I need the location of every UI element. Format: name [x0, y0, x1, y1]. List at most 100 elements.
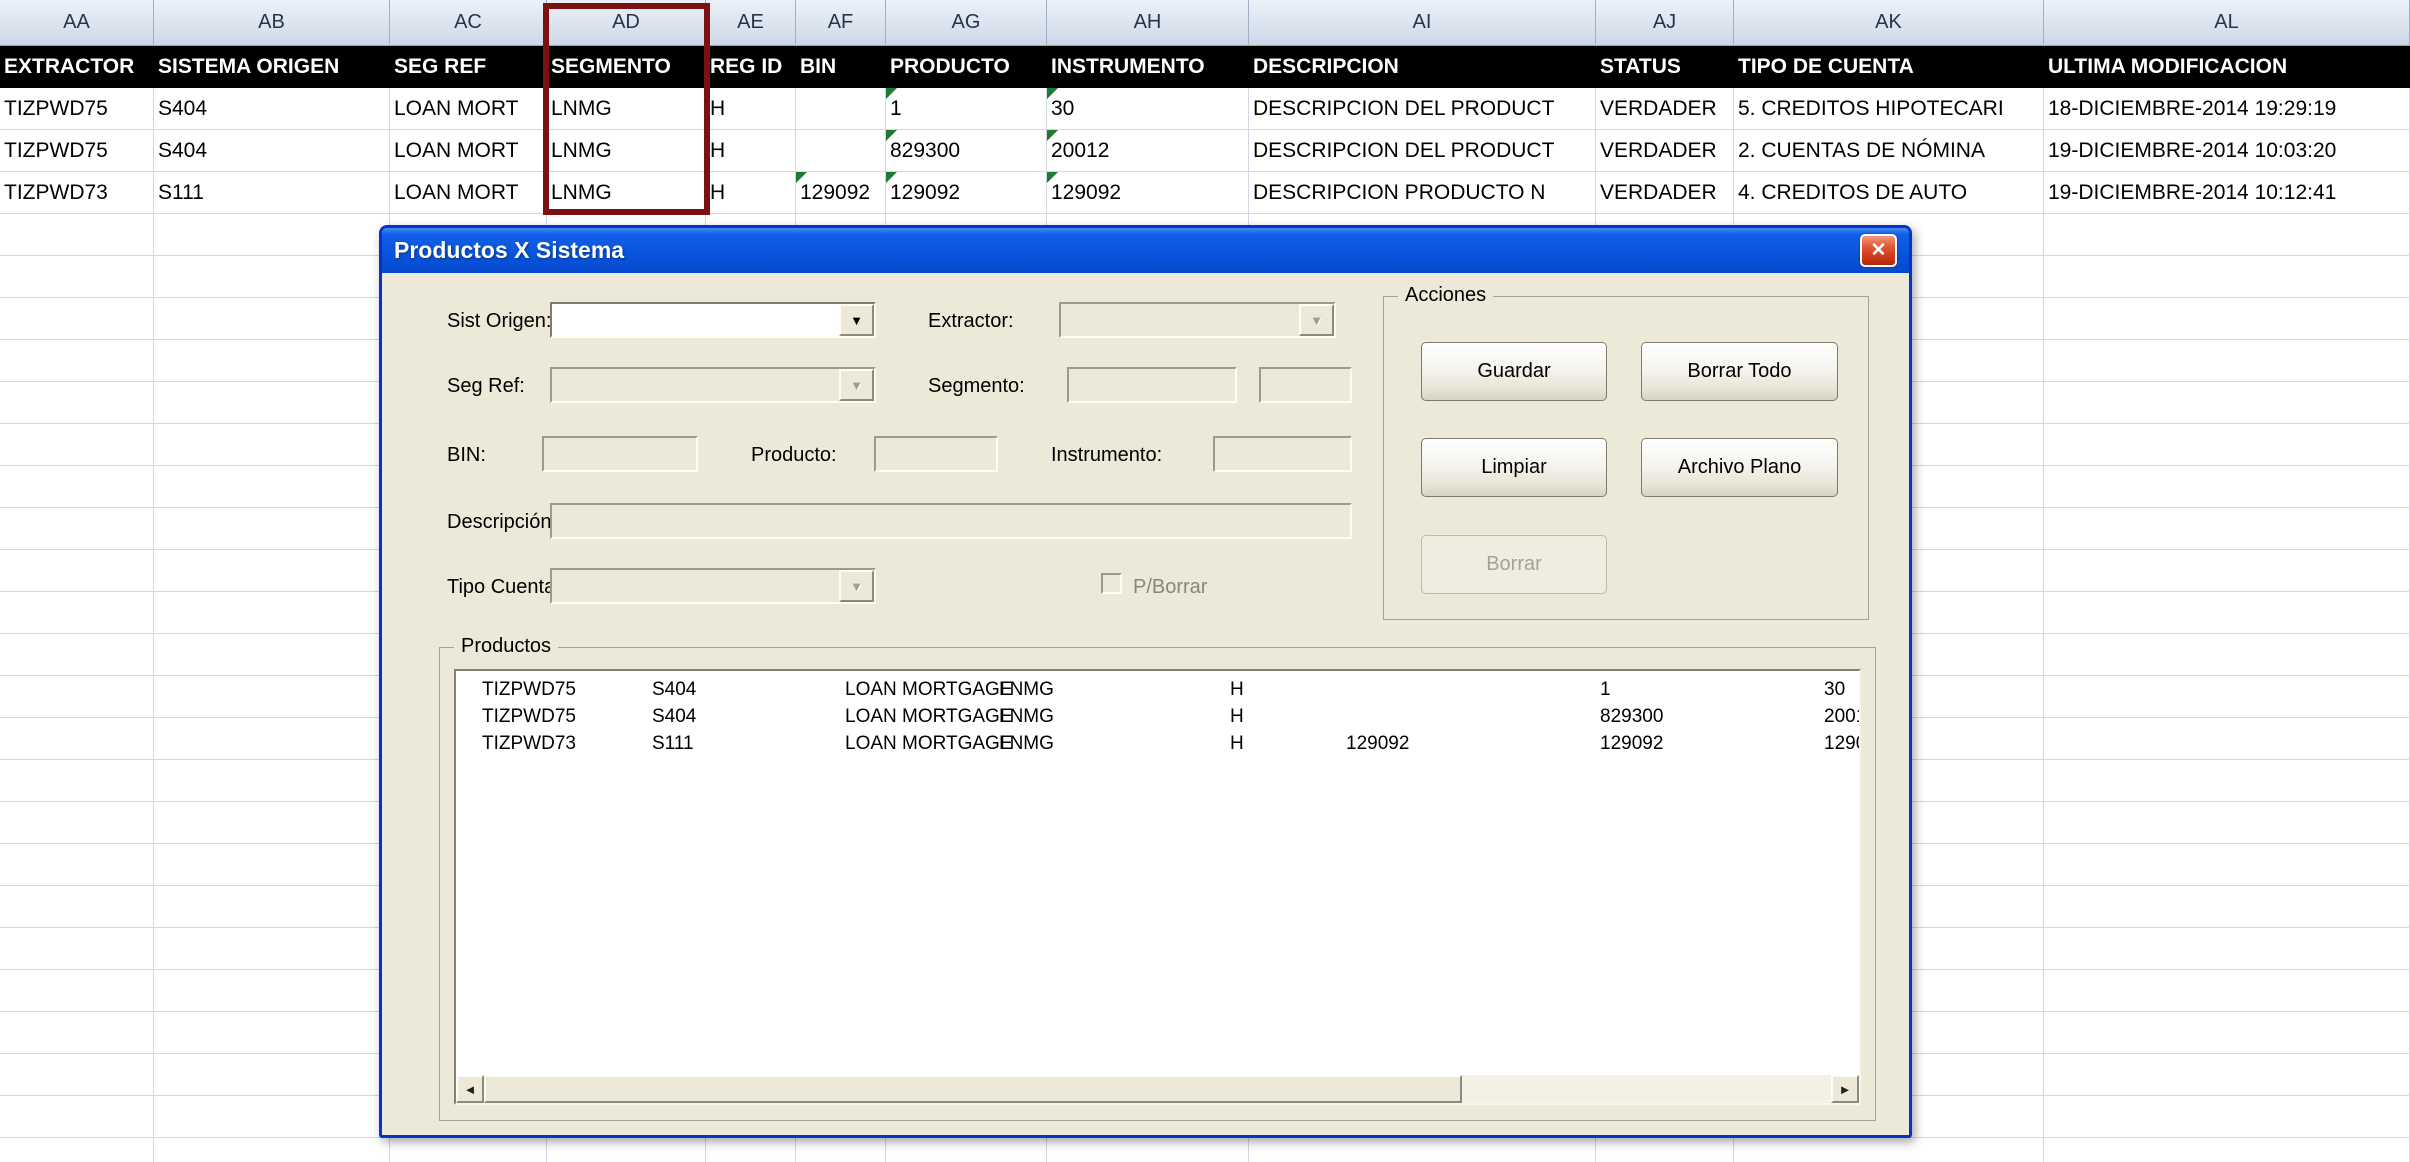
limpiar-button[interactable]: Limpiar — [1421, 438, 1607, 497]
sheet-cell[interactable] — [154, 508, 390, 550]
sheet-cell[interactable] — [886, 1138, 1047, 1162]
sheet-cell[interactable] — [1047, 1138, 1249, 1162]
column-header-aj[interactable]: AJ — [1596, 0, 1734, 46]
sheet-cell[interactable] — [2044, 844, 2410, 886]
dialog-titlebar[interactable]: Productos X Sistema ✕ — [382, 228, 1909, 273]
sheet-cell[interactable] — [154, 466, 390, 508]
scroll-left-button[interactable]: ◄ — [456, 1075, 484, 1103]
sist-origen-dropdown-button[interactable]: ▼ — [839, 304, 874, 336]
sheet-cell[interactable] — [154, 844, 390, 886]
borrar-todo-button[interactable]: Borrar Todo — [1641, 342, 1838, 401]
sheet-cell[interactable] — [2044, 1012, 2410, 1054]
sheet-cell[interactable] — [154, 1138, 390, 1162]
sheet-cell[interactable] — [796, 1138, 886, 1162]
sheet-cell[interactable] — [0, 550, 154, 592]
sheet-cell[interactable]: S404 — [154, 130, 390, 172]
sheet-cell[interactable] — [154, 928, 390, 970]
sheet-cell[interactable] — [0, 1012, 154, 1054]
sheet-cell[interactable] — [2044, 550, 2410, 592]
sheet-cell[interactable]: TIZPWD73 — [0, 172, 154, 214]
sheet-cell[interactable] — [796, 130, 886, 172]
sheet-cell[interactable]: 5. CREDITOS HIPOTECARI — [1734, 88, 2044, 130]
sheet-cell[interactable]: 129092 — [1047, 172, 1249, 214]
sheet-cell[interactable] — [2044, 466, 2410, 508]
sheet-cell[interactable] — [154, 550, 390, 592]
sheet-cell[interactable] — [2044, 718, 2410, 760]
sheet-cell[interactable]: LOAN MORT — [390, 88, 547, 130]
sheet-cell[interactable]: 829300 — [886, 130, 1047, 172]
scroll-right-button[interactable]: ► — [1831, 1075, 1859, 1103]
field-header-cell[interactable]: DESCRIPCION — [1249, 46, 1596, 88]
listbox-row[interactable]: TIZPWD75S404LOAN MORTGAGELNMGH130 — [456, 676, 1859, 703]
sheet-cell[interactable]: H — [706, 172, 796, 214]
sheet-cell[interactable] — [2044, 382, 2410, 424]
sheet-cell[interactable]: S404 — [154, 88, 390, 130]
field-header-cell[interactable]: TIPO DE CUENTA — [1734, 46, 2044, 88]
sheet-cell[interactable] — [154, 382, 390, 424]
sheet-cell[interactable] — [0, 718, 154, 760]
sheet-cell[interactable] — [2044, 802, 2410, 844]
sheet-cell[interactable]: VERDADER — [1596, 172, 1734, 214]
sheet-cell[interactable] — [2044, 256, 2410, 298]
sist-origen-combo[interactable]: ▼ — [550, 302, 876, 338]
sheet-cell[interactable] — [2044, 340, 2410, 382]
sheet-cell[interactable] — [2044, 592, 2410, 634]
field-header-cell[interactable]: STATUS — [1596, 46, 1734, 88]
column-header-aa[interactable]: AA — [0, 0, 154, 46]
sheet-cell[interactable]: 19-DICIEMBRE-2014 10:12:41 — [2044, 172, 2410, 214]
column-header-ak[interactable]: AK — [1734, 0, 2044, 46]
sheet-cell[interactable]: DESCRIPCION DEL PRODUCT — [1249, 130, 1596, 172]
sheet-cell[interactable] — [154, 592, 390, 634]
sheet-cell[interactable] — [154, 424, 390, 466]
archivo-plano-button[interactable]: Archivo Plano — [1641, 438, 1838, 497]
sheet-cell[interactable] — [706, 1138, 796, 1162]
sheet-cell[interactable] — [154, 970, 390, 1012]
guardar-button[interactable]: Guardar — [1421, 342, 1607, 401]
column-header-af[interactable]: AF — [796, 0, 886, 46]
field-header-cell[interactable]: BIN — [796, 46, 886, 88]
sheet-cell[interactable] — [0, 760, 154, 802]
sheet-cell[interactable] — [0, 382, 154, 424]
field-header-cell[interactable]: REG ID — [706, 46, 796, 88]
close-button[interactable]: ✕ — [1860, 234, 1897, 267]
sheet-cell[interactable]: VERDADER — [1596, 130, 1734, 172]
sheet-cell[interactable] — [390, 1138, 547, 1162]
sheet-cell[interactable] — [2044, 214, 2410, 256]
sheet-cell[interactable] — [0, 466, 154, 508]
sheet-cell[interactable] — [2044, 424, 2410, 466]
sheet-cell[interactable] — [154, 340, 390, 382]
column-header-ah[interactable]: AH — [1047, 0, 1249, 46]
sheet-cell[interactable] — [2044, 928, 2410, 970]
sheet-cell[interactable] — [0, 802, 154, 844]
field-header-cell[interactable]: EXTRACTOR — [0, 46, 154, 88]
sheet-cell[interactable] — [154, 298, 390, 340]
sheet-cell[interactable] — [154, 214, 390, 256]
sheet-cell[interactable] — [0, 1096, 154, 1138]
sheet-cell[interactable] — [0, 928, 154, 970]
listbox-horizontal-scrollbar[interactable]: ◄ ► — [456, 1075, 1859, 1103]
sheet-cell[interactable] — [154, 676, 390, 718]
sheet-cell[interactable]: TIZPWD75 — [0, 130, 154, 172]
sheet-cell[interactable]: H — [706, 130, 796, 172]
field-header-cell[interactable]: ULTIMA MODIFICACION — [2044, 46, 2410, 88]
sheet-cell[interactable] — [0, 1138, 154, 1162]
column-header-ac[interactable]: AC — [390, 0, 547, 46]
sheet-cell[interactable] — [2044, 1096, 2410, 1138]
sheet-cell[interactable] — [0, 1054, 154, 1096]
sheet-cell[interactable] — [2044, 970, 2410, 1012]
sheet-cell[interactable] — [0, 592, 154, 634]
sheet-cell[interactable] — [0, 298, 154, 340]
sheet-cell[interactable] — [2044, 634, 2410, 676]
sheet-cell[interactable] — [2044, 760, 2410, 802]
sheet-cell[interactable] — [0, 970, 154, 1012]
sheet-cell[interactable] — [0, 256, 154, 298]
sheet-cell[interactable] — [154, 1096, 390, 1138]
sheet-cell[interactable] — [1596, 1138, 1734, 1162]
sheet-cell[interactable] — [1249, 1138, 1596, 1162]
sheet-cell[interactable]: 4. CREDITOS DE AUTO — [1734, 172, 2044, 214]
sheet-cell[interactable] — [0, 634, 154, 676]
sheet-cell[interactable]: H — [706, 88, 796, 130]
sheet-cell[interactable] — [2044, 886, 2410, 928]
sheet-cell[interactable]: 30 — [1047, 88, 1249, 130]
sheet-cell[interactable] — [154, 802, 390, 844]
